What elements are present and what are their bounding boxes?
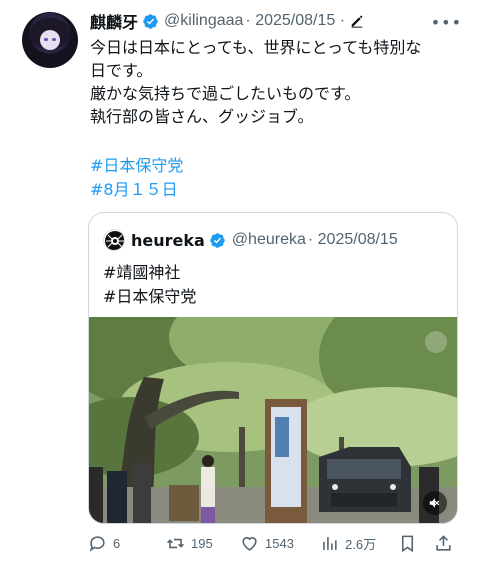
reply-button[interactable]: 6 (88, 530, 120, 556)
hashtag-link[interactable]: #日本保守党 (103, 285, 196, 309)
like-button[interactable]: 1543 (240, 530, 294, 556)
reply-icon (89, 535, 105, 552)
reply-count: 6 (113, 535, 121, 551)
post-text-line: 日です。 (90, 61, 153, 80)
post-text-line: 厳かな気持ちで過ごしたいものです。 (90, 84, 361, 103)
share-icon (436, 534, 451, 551)
quoted-author-display-name[interactable]: heureka (131, 231, 205, 250)
quoted-post-date[interactable]: · 2025/08/15 (308, 231, 398, 249)
author-handle[interactable]: @kilingaaa (164, 12, 243, 30)
quoted-post-header: heureka @heureka · 2025/08/15 (103, 229, 398, 251)
post-text-line: 執行部の皆さん、グッジョブ。 (90, 107, 314, 126)
bookmark-button[interactable] (398, 530, 423, 556)
post-text: 今日は日本にとっても、世界にとっても特別な 日です。 厳かな気持ちで過ごしたいも… (90, 36, 462, 128)
author-display-name[interactable]: 麒麟牙 (90, 9, 138, 33)
post-hashtags: #日本保守党 #8月１５日 (90, 154, 183, 202)
post-header: 麒麟牙 @kilingaaa · 2025/08/15 · (90, 10, 365, 32)
post-action-bar: 6 195 1543 2.6万 (88, 530, 458, 556)
verified-badge-icon (143, 13, 158, 29)
views-button[interactable]: 2.6万 (320, 530, 376, 556)
repost-count: 195 (191, 535, 213, 551)
bookmark-icon (401, 535, 414, 552)
hashtag-link[interactable]: #日本保守党 (90, 154, 183, 178)
views-icon (323, 536, 337, 550)
quoted-post-text: #靖國神社 #日本保守党 (103, 261, 196, 309)
post-text-line: 今日は日本にとっても、世界にとっても特別な (90, 38, 422, 57)
author-avatar[interactable] (22, 12, 78, 68)
quoted-author-avatar[interactable] (103, 229, 125, 251)
spider-logo-icon (105, 231, 124, 250)
mute-icon[interactable] (423, 491, 447, 515)
share-button[interactable] (434, 530, 459, 556)
like-icon (242, 536, 257, 551)
repost-icon (167, 538, 184, 548)
verified-badge-icon (210, 232, 225, 248)
quoted-post[interactable]: heureka @heureka · 2025/08/15 #靖國神社 #日本保… (88, 212, 458, 524)
media-overlay-icon (425, 331, 447, 353)
hashtag-link[interactable]: #靖國神社 (103, 261, 196, 285)
edit-icon[interactable] (349, 13, 365, 29)
quoted-author-handle[interactable]: @heureka (232, 231, 306, 249)
post-date[interactable]: · 2025/08/15 · (245, 12, 345, 30)
hashtag-link[interactable]: #8月１５日 (90, 178, 183, 202)
video-player[interactable] (89, 317, 457, 523)
repost-button[interactable]: 195 (166, 530, 213, 556)
views-count: 2.6万 (345, 536, 377, 552)
video-frame (89, 317, 457, 523)
like-count: 1543 (265, 535, 294, 551)
more-icon[interactable]: ••• (431, 13, 462, 32)
